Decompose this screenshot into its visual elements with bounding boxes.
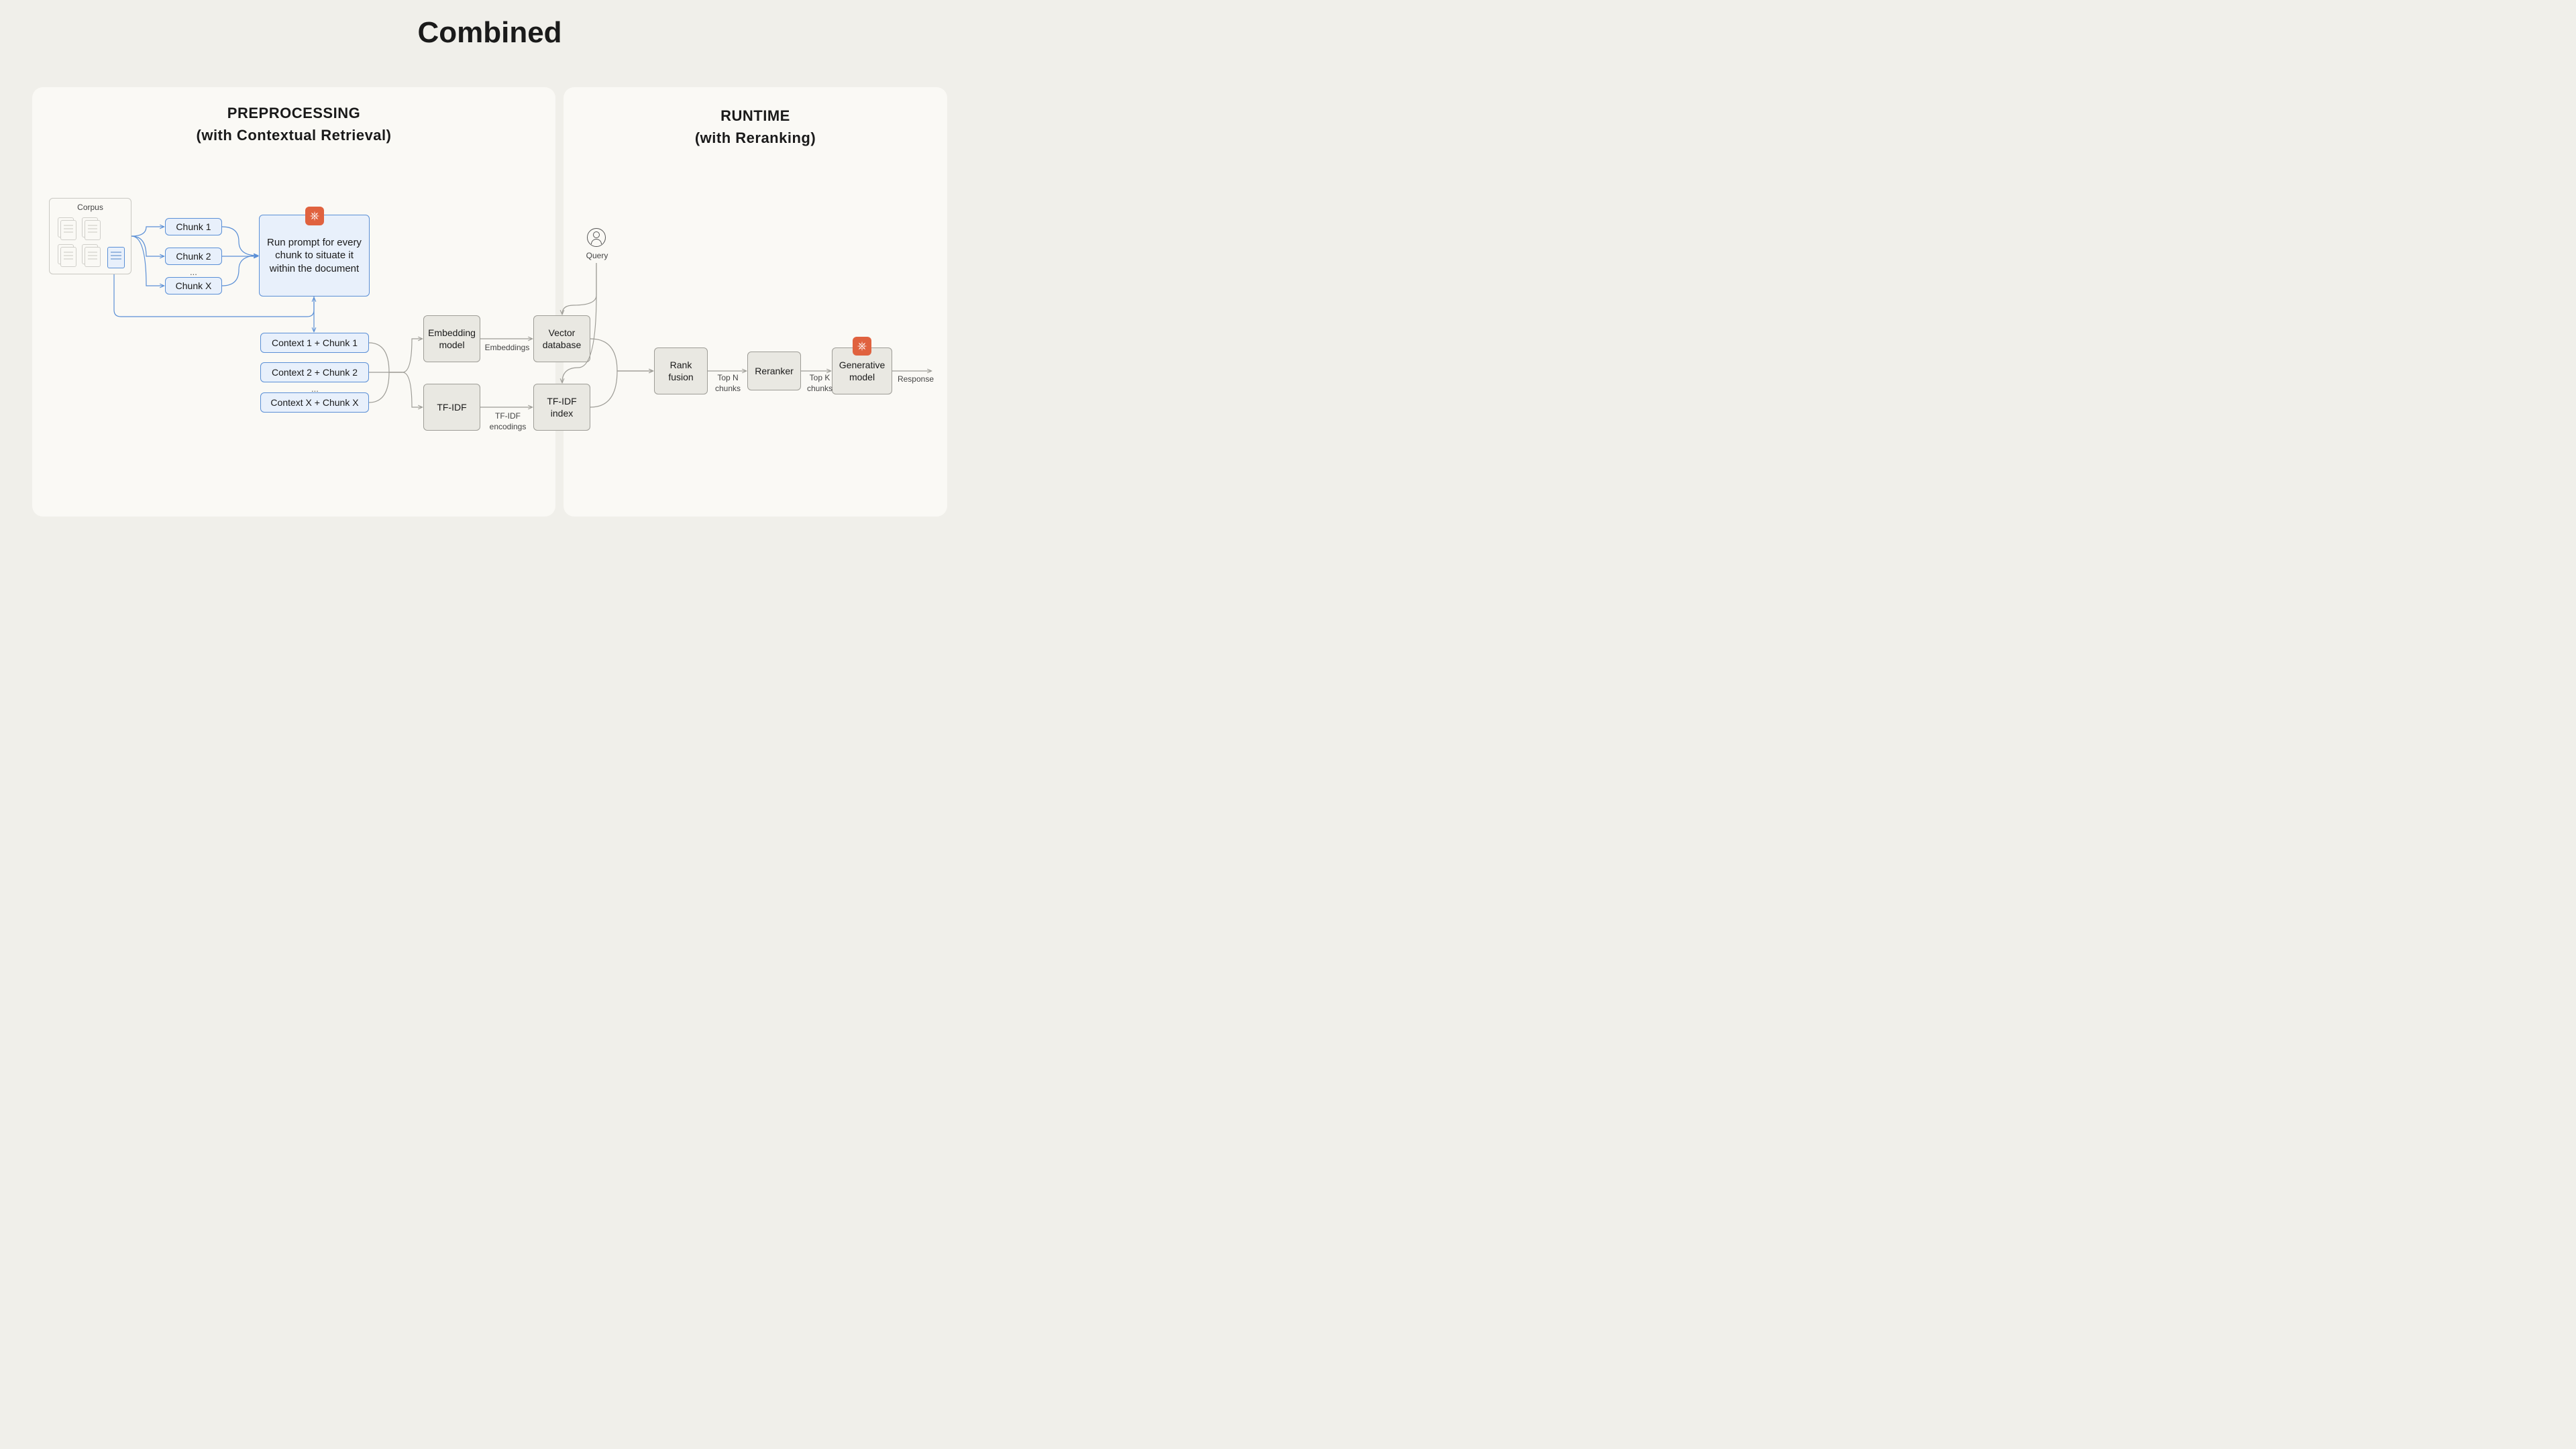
connectors — [0, 0, 979, 551]
